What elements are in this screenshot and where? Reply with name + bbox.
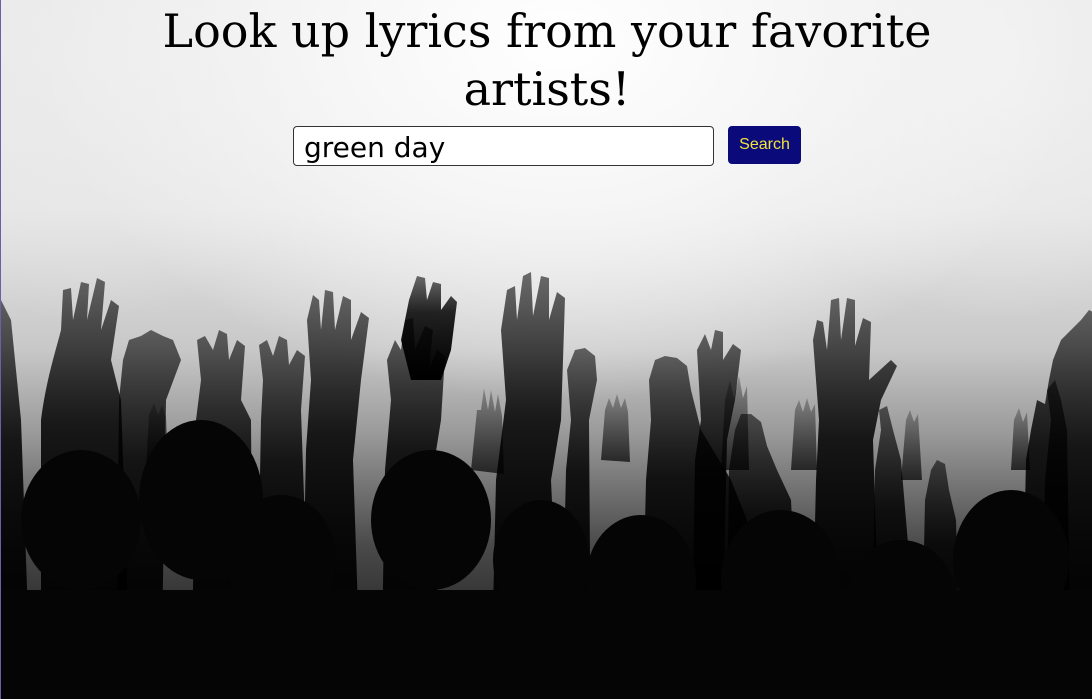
- page-title: Look up lyrics from your favorite artist…: [162, 4, 932, 116]
- page: Look up lyrics from your favorite artist…: [0, 0, 1092, 699]
- page-header: Look up lyrics from your favorite artist…: [1, 2, 1092, 118]
- search-button[interactable]: Search: [728, 126, 801, 164]
- search-input[interactable]: [293, 126, 714, 166]
